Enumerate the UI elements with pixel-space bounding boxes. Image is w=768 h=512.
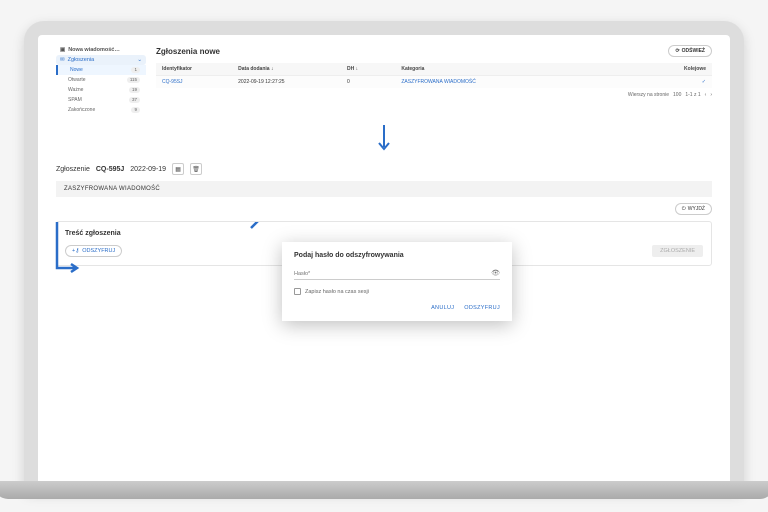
pager-range: 1-1 z 1 [685, 92, 700, 98]
laptop-frame: ▣ Nowa wiadomość… ✉ Zgłoszenia ⌄ Nowe 1 … [24, 21, 744, 491]
sidebar-item-label: Nowe [70, 67, 83, 73]
count-badge: 9 [131, 107, 140, 113]
list-panel: Zgłoszenia nowe ⟳ ODŚWIEŻ Identyfikator … [156, 45, 712, 115]
flow-arrow-curved-icon [51, 222, 271, 282]
submissions-table: Identyfikator Data dodania ↓ DH ↓ Katego… [156, 63, 712, 88]
sidebar-item-spam[interactable]: SPAM 37 [56, 95, 146, 105]
sidebar-category[interactable]: ✉ Zgłoszenia ⌄ [56, 55, 146, 65]
detail-header: Zgłoszenie CQ-595J 2022-09-19 ▦ 🗑 [56, 163, 712, 175]
checkbox-icon [294, 288, 301, 295]
dialog-title: Podaj hasło do odszyfrowywania [294, 252, 500, 259]
delete-icon[interactable]: 🗑 [190, 163, 202, 175]
sidebar-item-nowe[interactable]: Nowe 1 [56, 65, 146, 75]
refresh-icon: ⟳ [675, 48, 679, 54]
table-row[interactable]: CQ-95SJ 2022-09-19 12:27:25 0 ZASZYFROWA… [156, 75, 712, 88]
sidebar-item-label: Otwarte [68, 77, 86, 83]
row-date: 2022-09-19 12:27:25 [238, 79, 347, 85]
sidebar-item-zakonczone[interactable]: Zakończone 9 [56, 105, 146, 115]
eye-icon[interactable]: 👁 [491, 269, 500, 277]
new-message-button[interactable]: ▣ Nowa wiadomość… [56, 45, 146, 55]
content-panel: Treść zgłoszenia +⚷ ODSZYFRUJ W ZGŁOSZEN… [56, 221, 712, 266]
detail-label: Zgłoszenie [56, 166, 90, 173]
sidebar-category-label: Zgłoszenia [68, 57, 95, 63]
refresh-button[interactable]: ⟳ ODŚWIEŻ [668, 45, 712, 57]
sidebar-item-label: SPAM [68, 97, 82, 103]
sidebar-item-wazne[interactable]: Ważne 19 [56, 85, 146, 95]
count-badge: 1 [131, 67, 140, 73]
dialog-cancel-button[interactable]: ANULUJ [431, 305, 454, 311]
exit-button[interactable]: ⏻ WYJDŹ [675, 203, 712, 215]
count-badge: 115 [127, 77, 140, 83]
sidebar: ▣ Nowa wiadomość… ✉ Zgłoszenia ⌄ Nowe 1 … [56, 45, 146, 115]
calendar-icon[interactable]: ▦ [172, 163, 184, 175]
detail-id: CQ-595J [96, 166, 124, 173]
decrypt-dialog: Podaj hasło do odszyfrowywania 👁 Zapisz … [282, 242, 512, 321]
plus-icon: ▣ [60, 47, 65, 53]
encrypted-banner: ZASZYFROWANA WIADOMOŚĆ [56, 181, 712, 197]
count-badge: 37 [129, 97, 140, 103]
sidebar-item-label: Ważne [68, 87, 83, 93]
exit-icon: ⏻ [682, 206, 686, 212]
remember-label: Zapisz hasło na czas sesji [305, 289, 369, 295]
submit-button-disabled: ZGŁOSZENIE [652, 245, 703, 257]
remember-checkbox[interactable]: Zapisz hasło na czas sesji [294, 288, 500, 295]
dialog-confirm-button[interactable]: ODSZYFRUJ [464, 305, 500, 311]
pager-next-icon[interactable]: › [710, 92, 712, 98]
list-title: Zgłoszenia nowe [156, 47, 220, 56]
pager-prev-icon[interactable]: ‹ [705, 92, 707, 98]
new-message-label: Nowa wiadomość… [68, 47, 120, 53]
sidebar-item-otwarte[interactable]: Otwarte 115 [56, 75, 146, 85]
pager-size[interactable]: 100 [673, 92, 681, 98]
row-id-link[interactable]: CQ-95SJ [162, 79, 238, 85]
inbox-icon: ✉ [60, 57, 65, 63]
row-dh: 0 [347, 79, 401, 85]
app-screen: ▣ Nowa wiadomość… ✉ Zgłoszenia ⌄ Nowe 1 … [38, 35, 730, 491]
sidebar-item-label: Zakończone [68, 107, 95, 113]
col-date[interactable]: Data dodania ↓ [238, 66, 347, 72]
row-action-icon[interactable]: ✓ [641, 79, 706, 85]
col-category[interactable]: Kategoria [401, 66, 640, 72]
col-dh[interactable]: DH ↓ [347, 66, 401, 72]
table-header: Identyfikator Data dodania ↓ DH ↓ Katego… [156, 63, 712, 75]
count-badge: 19 [129, 87, 140, 93]
exit-label: WYJDŹ [688, 206, 705, 212]
refresh-label: ODŚWIEŻ [682, 48, 705, 54]
row-category: ZASZYFROWANA WIADOMOŚĆ [401, 79, 640, 85]
detail-date: 2022-09-19 [130, 166, 166, 173]
chevron-down-icon: ⌄ [137, 57, 142, 63]
pager-label: Wierszy na stronie [628, 92, 669, 98]
pagination: Wierszy na stronie 100 1-1 z 1 ‹ › [156, 92, 712, 98]
flow-arrow-down-icon [56, 125, 712, 153]
col-status[interactable]: Kolejowe [641, 66, 706, 72]
password-input[interactable] [294, 267, 500, 279]
col-id[interactable]: Identyfikator [162, 66, 238, 72]
